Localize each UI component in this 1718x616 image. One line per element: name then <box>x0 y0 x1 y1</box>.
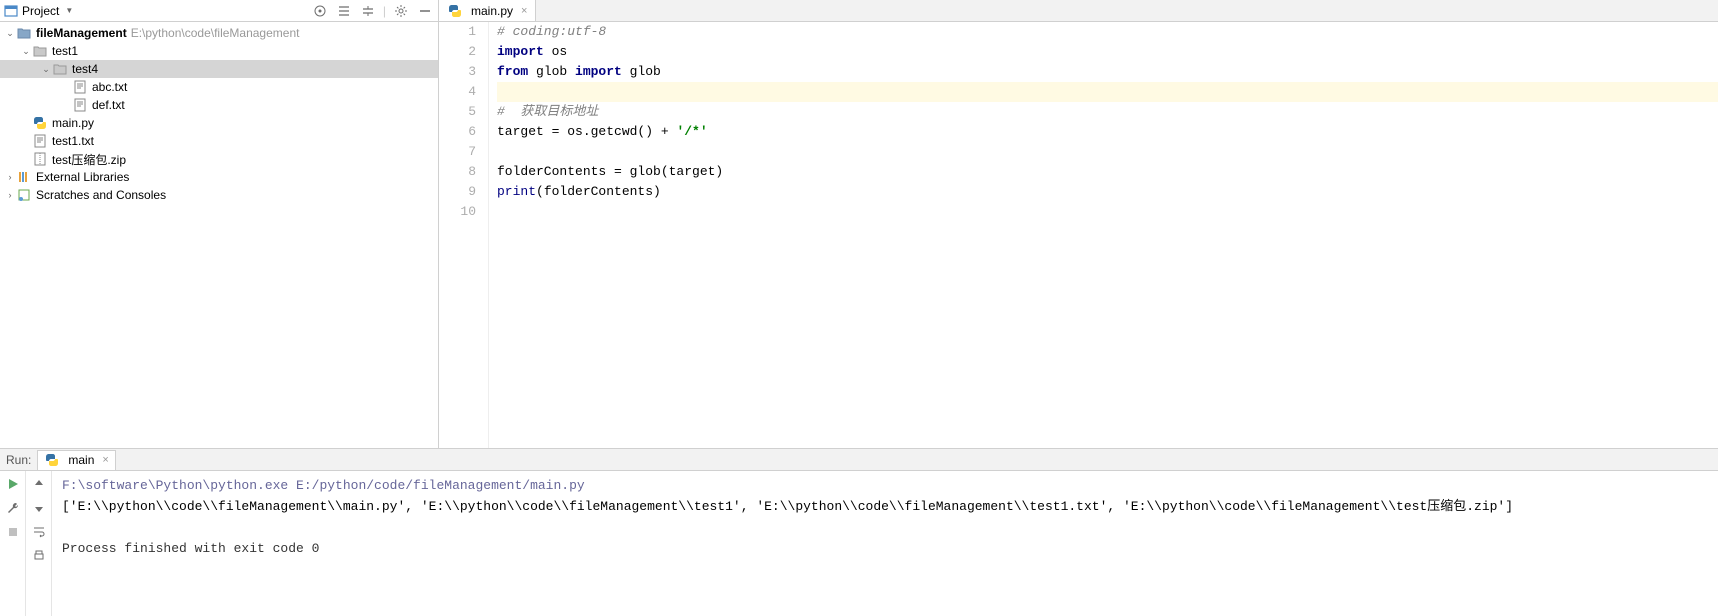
code-editor[interactable]: 1 2 3 4 5 6 7 8 9 10 # coding:utf-8 impo… <box>439 22 1718 448</box>
code-line: # coding:utf-8 <box>497 22 1718 42</box>
run-tab-label: main <box>68 453 94 467</box>
folder-icon <box>32 43 48 59</box>
tree-file-abc[interactable]: abc.txt <box>0 78 438 96</box>
project-name: fileManagement <box>36 26 127 40</box>
text-file-icon <box>72 79 88 95</box>
project-icon <box>4 4 18 18</box>
tab-label: main.py <box>471 4 513 18</box>
tree-file-test1txt[interactable]: test1.txt <box>0 132 438 150</box>
run-body: F:\software\Python\python.exe E:/python/… <box>0 471 1718 616</box>
collapse-all-icon[interactable] <box>359 2 377 20</box>
project-title[interactable]: Project <box>22 4 59 18</box>
console-output[interactable]: F:\software\Python\python.exe E:/python/… <box>52 471 1718 616</box>
project-path: E:\python\code\fileManagement <box>131 26 300 40</box>
project-sidebar: Project ▼ | ⌄ fileManagement E:\python\c… <box>0 0 439 448</box>
code-line: target = os.getcwd() + '/*' <box>497 122 1718 142</box>
stop-icon[interactable] <box>4 523 22 541</box>
project-toolbar: Project ▼ | <box>0 0 438 22</box>
tree-file-def[interactable]: def.txt <box>0 96 438 114</box>
scratches-icon <box>16 187 32 203</box>
chevron-right-icon[interactable]: › <box>4 190 16 200</box>
tree-folder-test4[interactable]: ⌄ test4 <box>0 60 438 78</box>
code-line <box>497 142 1718 162</box>
separator: | <box>383 4 386 18</box>
tree-file-main[interactable]: main.py <box>0 114 438 132</box>
code-line: # 获取目标地址 <box>497 102 1718 122</box>
text-file-icon <box>32 133 48 149</box>
folder-icon <box>52 61 68 77</box>
tree-scratches[interactable]: › Scratches and Consoles <box>0 186 438 204</box>
archive-file-icon <box>32 151 48 167</box>
print-icon[interactable] <box>30 547 48 565</box>
tree-project-root[interactable]: ⌄ fileManagement E:\python\code\fileMana… <box>0 24 438 42</box>
tree-label: Scratches and Consoles <box>36 188 166 202</box>
editor-tab-main[interactable]: main.py × <box>439 0 536 21</box>
dropdown-icon[interactable]: ▼ <box>65 6 73 15</box>
up-icon[interactable] <box>30 475 48 493</box>
code-line: folderContents = glob(target) <box>497 162 1718 182</box>
code-line: from glob import glob <box>497 62 1718 82</box>
hide-icon[interactable] <box>416 2 434 20</box>
tree-label: def.txt <box>92 98 125 112</box>
code-line <box>497 202 1718 222</box>
library-icon <box>16 169 32 185</box>
console-exit: Process finished with exit code 0 <box>62 541 319 556</box>
run-toolbar-left <box>0 471 26 616</box>
line-gutter: 1 2 3 4 5 6 7 8 9 10 <box>439 22 489 448</box>
tree-label: External Libraries <box>36 170 129 184</box>
run-label: Run: <box>6 453 31 467</box>
project-tree[interactable]: ⌄ fileManagement E:\python\code\fileMana… <box>0 22 438 448</box>
tree-label: test4 <box>72 62 98 76</box>
python-file-icon <box>44 452 60 468</box>
run-header: Run: main × <box>0 449 1718 471</box>
chevron-down-icon[interactable]: ⌄ <box>20 46 32 57</box>
tree-label: test压缩包.zip <box>52 151 126 168</box>
chevron-down-icon[interactable]: ⌄ <box>4 28 16 39</box>
tree-label: main.py <box>52 116 94 130</box>
code-content[interactable]: # coding:utf-8 import os from glob impor… <box>489 22 1718 448</box>
down-icon[interactable] <box>30 499 48 517</box>
locate-icon[interactable] <box>311 2 329 20</box>
settings-icon[interactable] <box>392 2 410 20</box>
run-tab[interactable]: main × <box>37 450 115 470</box>
chevron-down-icon[interactable]: ⌄ <box>40 64 52 75</box>
editor-tabs: main.py × <box>439 0 1718 22</box>
run-panel: Run: main × F:\software\Python\python.ex… <box>0 448 1718 616</box>
tree-label: abc.txt <box>92 80 127 94</box>
expand-all-icon[interactable] <box>335 2 353 20</box>
text-file-icon <box>72 97 88 113</box>
tree-file-zip[interactable]: test压缩包.zip <box>0 150 438 168</box>
tree-folder-test1[interactable]: ⌄ test1 <box>0 42 438 60</box>
tree-external-libraries[interactable]: › External Libraries <box>0 168 438 186</box>
wrench-icon[interactable] <box>4 499 22 517</box>
python-file-icon <box>447 3 463 19</box>
code-line: print(folderContents) <box>497 182 1718 202</box>
tree-label: test1.txt <box>52 134 94 148</box>
soft-wrap-icon[interactable] <box>30 523 48 541</box>
tree-label: test1 <box>52 44 78 58</box>
code-line: import os <box>497 42 1718 62</box>
console-command: F:\software\Python\python.exe E:/python/… <box>62 478 585 493</box>
python-file-icon <box>32 115 48 131</box>
code-line <box>497 82 1718 102</box>
close-icon[interactable]: × <box>102 454 108 466</box>
console-line: ['E:\\python\\code\\fileManagement\\main… <box>62 499 1513 514</box>
rerun-icon[interactable] <box>4 475 22 493</box>
chevron-right-icon[interactable]: › <box>4 172 16 182</box>
editor-area: main.py × 1 2 3 4 5 6 7 8 9 10 # coding:… <box>439 0 1718 448</box>
folder-icon <box>16 25 32 41</box>
run-toolbar-right <box>26 471 52 616</box>
close-icon[interactable]: × <box>521 5 527 17</box>
